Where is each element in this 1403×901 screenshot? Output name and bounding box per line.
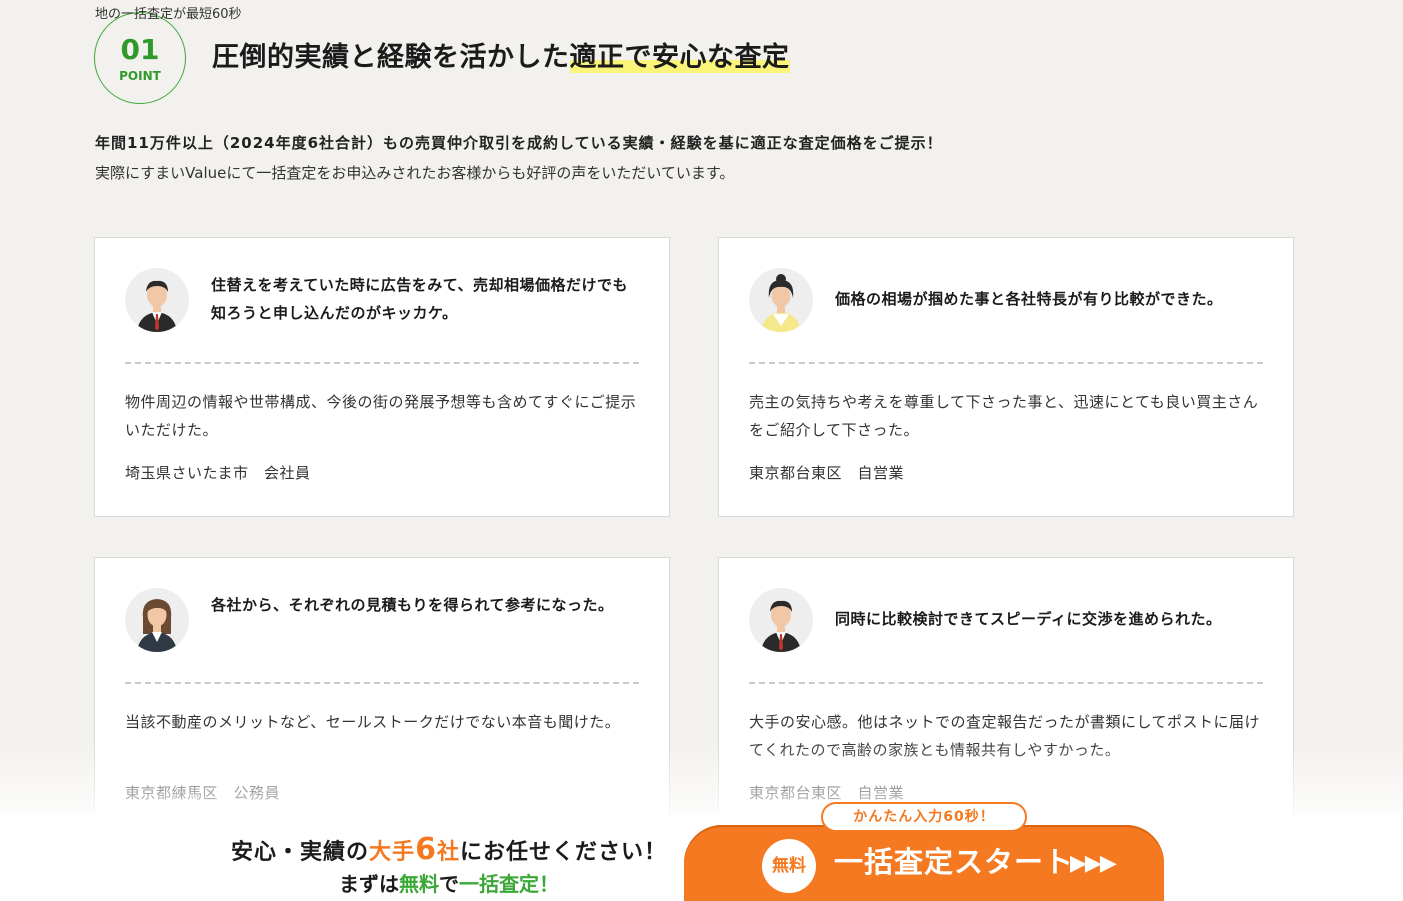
testimonial-author: 東京都練馬区 公務員 (125, 784, 281, 802)
section-title-highlight: 適正で安心な査定 (569, 42, 790, 73)
point-number: 01 (120, 33, 160, 66)
woman-yellow-vest-avatar (749, 268, 813, 332)
testimonial-headline: 価格の相場が掴めた事と各社特長が有り比較ができた。 (835, 290, 1223, 308)
testimonial-body: 大手の安心感。他はネットでの査定報告だったが書類にしてポストに届けてくれたので高… (749, 713, 1261, 759)
cta-msg-text: 安心・実績の (231, 840, 370, 865)
lead-text-bold: 年間11万件以上（2024年度6社合計）もの売買仲介取引を成約している実績・経験… (95, 134, 943, 152)
man-suit-red-tie-avatar (125, 268, 189, 332)
cta-message-line2: まずは無料で一括査定！ (224, 870, 674, 898)
woman-dark-suit-avatar (125, 588, 189, 652)
dashed-divider (125, 682, 639, 684)
cta-msg-accent: 社 (436, 840, 460, 865)
section-title: 圧倒的実績と経験を活かした適正で安心な査定 (212, 38, 790, 78)
testimonial-headline: 同時に比較検討できてスピーディに交渉を進められた。 (835, 610, 1222, 628)
cta-msg-free: 無料 (399, 872, 439, 896)
cta-button-label: 一括査定スタート (834, 847, 1075, 879)
testimonial-body: 物件周辺の情報や世帯構成、今後の街の発展予想等も含めてすぐにご提示いただけた。 (125, 393, 637, 439)
testimonial-author: 埼玉県さいたま市 会社員 (125, 464, 311, 482)
cta-message: 安心・実績の大手6社にお任せください！ まずは無料で一括査定！ (224, 833, 674, 898)
cta-msg-text: まずは (339, 872, 399, 896)
man-suit-red-tie-avatar (749, 588, 813, 652)
cta-msg-text: にお任せください！ (459, 840, 667, 865)
free-badge: 無料 (762, 839, 816, 893)
truncated-heading-text: 地の一括査定が最短60秒 (95, 7, 242, 22)
testimonial-headline: 各社から、それぞれの見積もりを得られて参考になった。 (211, 596, 614, 614)
testimonial-card: 各社から、それぞれの見積もりを得られて参考になった。 当該不動産のメリットなど、… (94, 557, 670, 837)
cta-msg-number: 6 (415, 832, 437, 867)
quick-input-pill: かんたん入力60秒！ (821, 802, 1027, 832)
cta-msg-accent: 大手 (369, 840, 416, 865)
sticky-cta-bar: 安心・実績の大手6社にお任せください！ まずは無料で一括査定！ 無料 一括査定ス… (0, 815, 1403, 901)
start-bulk-appraisal-button[interactable]: 無料 一括査定スタート ▶▶▶ (684, 825, 1164, 901)
lead-text: 実際にすまいValueにて一括査定をお申込みされたお客様からも好評の声をいただい… (95, 164, 735, 182)
testimonial-card: 住替えを考えていた時に広告をみて、売却相場価格だけでも知ろうと申し込んだのがキッ… (94, 237, 670, 517)
testimonial-body: 当該不動産のメリットなど、セールストークだけでない本音も聞けた。 (125, 713, 621, 731)
testimonial-body: 売主の気持ちや考えを尊重して下さった事と、迅速にとても良い買主さんをご紹介して下… (749, 393, 1259, 439)
dashed-divider (749, 362, 1263, 364)
cta-message-line1: 安心・実績の大手6社にお任せください！ (224, 833, 674, 870)
point-label: POINT (119, 69, 161, 83)
cta-msg-text: で (439, 872, 459, 896)
testimonial-card: 同時に比較検討できてスピーディに交渉を進められた。 大手の安心感。他はネットでの… (718, 557, 1294, 837)
cta-msg-green: 一括査定！ (459, 872, 559, 896)
triple-arrow-icon: ▶▶▶ (1070, 850, 1117, 875)
testimonial-author: 東京都台東区 自営業 (749, 464, 905, 482)
dashed-divider (749, 682, 1263, 684)
dashed-divider (125, 362, 639, 364)
section-title-main: 圧倒的実績と経験を活かした (212, 42, 570, 73)
testimonial-card: 価格の相場が掴めた事と各社特長が有り比較ができた。 売主の気持ちや考えを尊重して… (718, 237, 1294, 517)
testimonial-headline: 住替えを考えていた時に広告をみて、売却相場価格だけでも知ろうと申し込んだのがキッ… (211, 276, 629, 322)
testimonial-author: 東京都台東区 自営業 (749, 784, 905, 802)
